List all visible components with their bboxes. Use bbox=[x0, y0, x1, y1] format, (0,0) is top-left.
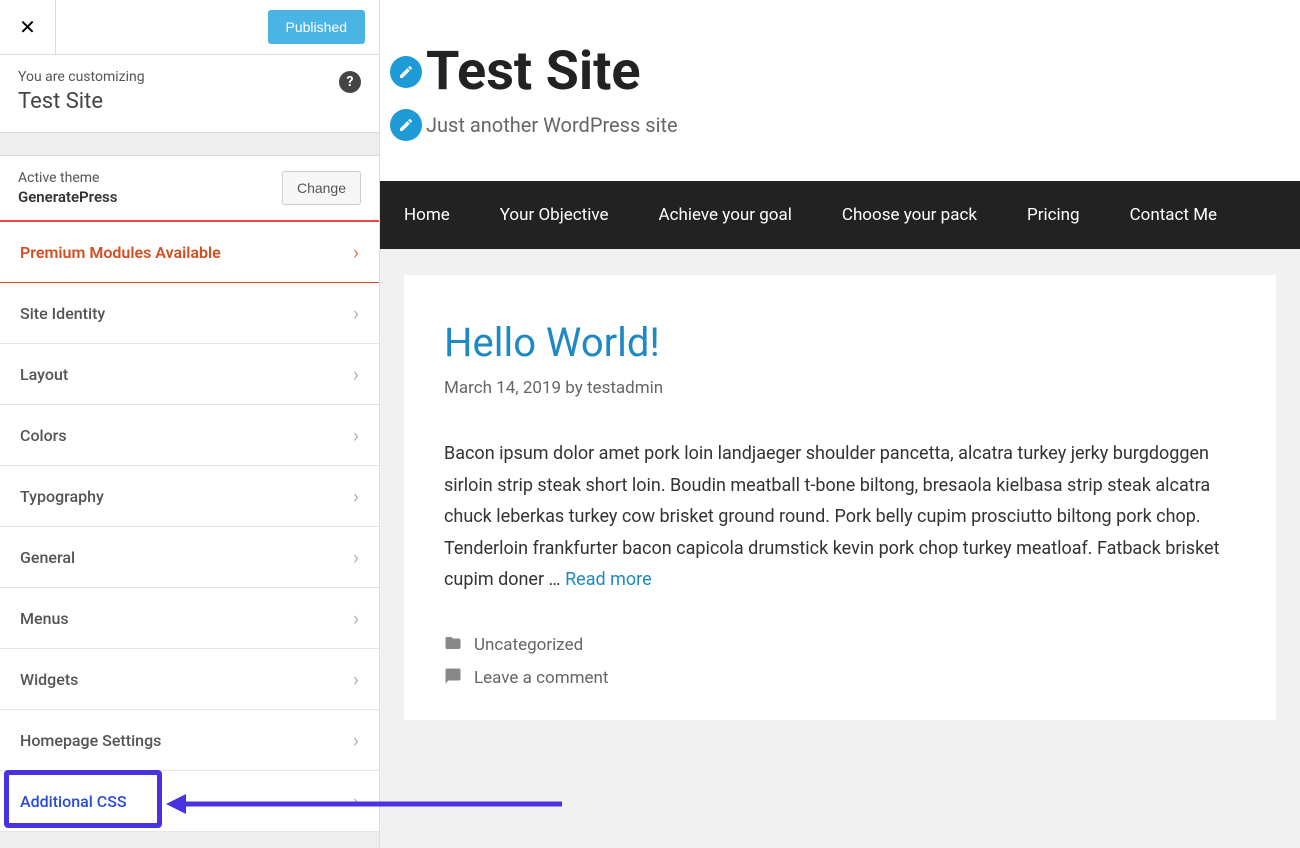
site-title[interactable]: Test Site bbox=[426, 40, 641, 103]
pencil-icon bbox=[398, 117, 414, 133]
menu-item-colors[interactable]: Colors › bbox=[0, 405, 379, 466]
chevron-right-icon: › bbox=[353, 362, 359, 386]
post-meta: March 14, 2019 by testadmin bbox=[444, 378, 1236, 398]
chevron-right-icon: › bbox=[353, 667, 359, 691]
post-footer: Uncategorized Leave a comment bbox=[444, 620, 1236, 690]
post-card: Hello World! March 14, 2019 by testadmin… bbox=[404, 275, 1276, 720]
menu-item-layout[interactable]: Layout › bbox=[0, 344, 379, 405]
active-theme-name: GeneratePress bbox=[18, 188, 117, 206]
change-theme-button[interactable]: Change bbox=[282, 171, 361, 205]
nav-item-choose-pack[interactable]: Choose your pack bbox=[842, 181, 977, 249]
site-preview-pane: Test Site Just another WordPress site Ho… bbox=[380, 0, 1300, 848]
menu-item-homepage-settings[interactable]: Homepage Settings › bbox=[0, 710, 379, 771]
menu-item-site-identity[interactable]: Site Identity › bbox=[0, 283, 379, 344]
customizer-sidebar: ✕ Published You are customizing Test Sit… bbox=[0, 0, 380, 848]
main-navigation: Home Your Objective Achieve your goal Ch… bbox=[380, 181, 1300, 249]
site-header: Test Site Just another WordPress site bbox=[380, 0, 1300, 181]
nav-item-objective[interactable]: Your Objective bbox=[500, 181, 609, 249]
post-by-label: by bbox=[565, 378, 583, 398]
nav-item-achieve-goal[interactable]: Achieve your goal bbox=[659, 181, 792, 249]
folder-icon bbox=[444, 634, 462, 657]
menu-label: Menus bbox=[20, 609, 69, 628]
menu-label: Additional CSS bbox=[20, 792, 127, 811]
site-tagline: Just another WordPress site bbox=[426, 113, 678, 137]
customizing-label: You are customizing bbox=[18, 69, 361, 85]
sidebar-info-panel: You are customizing Test Site ? bbox=[0, 55, 379, 133]
menu-label: Widgets bbox=[20, 670, 78, 689]
customizer-menu: Premium Modules Available › Site Identit… bbox=[0, 222, 379, 832]
customizer-site-name: Test Site bbox=[18, 89, 361, 114]
leave-comment-link[interactable]: Leave a comment bbox=[474, 668, 609, 688]
menu-label: Colors bbox=[20, 426, 67, 445]
menu-label: Premium Modules Available bbox=[20, 243, 221, 262]
active-theme-label: Active theme bbox=[18, 170, 117, 186]
post-title[interactable]: Hello World! bbox=[444, 319, 1236, 366]
close-button[interactable]: ✕ bbox=[0, 0, 56, 55]
nav-item-home[interactable]: Home bbox=[404, 181, 450, 249]
read-more-link[interactable]: Read more bbox=[565, 569, 652, 590]
post-category[interactable]: Uncategorized bbox=[474, 635, 583, 655]
edit-tagline-badge[interactable] bbox=[390, 109, 422, 141]
nav-item-contact[interactable]: Contact Me bbox=[1130, 181, 1218, 249]
menu-label: Typography bbox=[20, 487, 104, 506]
help-icon[interactable]: ? bbox=[339, 71, 361, 93]
edit-title-badge[interactable] bbox=[390, 56, 422, 88]
menu-label: Homepage Settings bbox=[20, 731, 161, 750]
chevron-right-icon: › bbox=[353, 484, 359, 508]
close-icon: ✕ bbox=[19, 15, 36, 39]
menu-item-typography[interactable]: Typography › bbox=[0, 466, 379, 527]
pencil-icon bbox=[398, 64, 414, 80]
publish-button[interactable]: Published bbox=[268, 10, 366, 44]
menu-item-premium-modules[interactable]: Premium Modules Available › bbox=[0, 222, 379, 283]
active-theme-panel: Active theme GeneratePress Change bbox=[0, 155, 379, 222]
menu-item-widgets[interactable]: Widgets › bbox=[0, 649, 379, 710]
post-author[interactable]: testadmin bbox=[587, 378, 663, 398]
chevron-right-icon: › bbox=[353, 606, 359, 630]
post-excerpt-text: Bacon ipsum dolor amet pork loin landjae… bbox=[444, 443, 1219, 590]
post-date: March 14, 2019 bbox=[444, 378, 561, 398]
nav-item-pricing[interactable]: Pricing bbox=[1027, 181, 1080, 249]
menu-item-additional-css[interactable]: Additional CSS › bbox=[0, 771, 379, 832]
chevron-right-icon: › bbox=[353, 301, 359, 325]
content-area: Hello World! March 14, 2019 by testadmin… bbox=[380, 249, 1300, 848]
menu-item-general[interactable]: General › bbox=[0, 527, 379, 588]
comment-icon bbox=[444, 667, 462, 690]
chevron-right-icon: › bbox=[353, 728, 359, 752]
chevron-right-icon: › bbox=[353, 789, 359, 813]
post-excerpt: Bacon ipsum dolor amet pork loin landjae… bbox=[444, 438, 1236, 596]
sidebar-header: ✕ Published bbox=[0, 0, 379, 55]
chevron-right-icon: › bbox=[353, 545, 359, 569]
menu-label: Layout bbox=[20, 365, 68, 384]
menu-label: General bbox=[20, 548, 75, 567]
menu-label: Site Identity bbox=[20, 304, 105, 323]
chevron-right-icon: › bbox=[353, 240, 359, 264]
menu-item-menus[interactable]: Menus › bbox=[0, 588, 379, 649]
chevron-right-icon: › bbox=[353, 423, 359, 447]
